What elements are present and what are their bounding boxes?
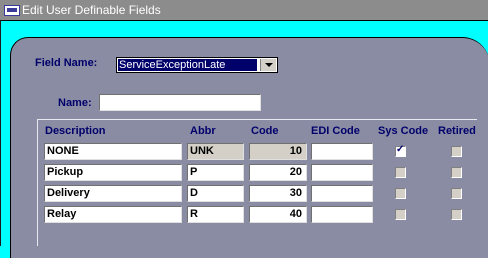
row-edi-code-input[interactable]: [311, 143, 373, 160]
row-code-input[interactable]: 20: [249, 164, 307, 181]
codes-grid: [37, 119, 477, 246]
name-label: Name:: [58, 97, 92, 109]
col-header-retired: Retired: [438, 125, 476, 137]
edit-user-definable-fields-window: Edit User Definable Fields Field Name: S…: [0, 0, 488, 258]
row-edi-code-input[interactable]: [311, 206, 373, 223]
row-retired-checkbox[interactable]: [451, 188, 462, 199]
col-header-description: Description: [45, 125, 106, 137]
row-abbr-input: UNK: [187, 143, 244, 160]
row-retired-checkbox[interactable]: [451, 146, 462, 157]
row-edi-code-input[interactable]: [311, 185, 373, 202]
app-icon: [4, 5, 20, 16]
row-abbr-input[interactable]: P: [187, 164, 244, 181]
field-name-label: Field Name:: [35, 57, 98, 69]
row-sys-code-checkbox: [395, 188, 406, 199]
row-code-input: 10: [249, 143, 307, 160]
col-header-code: Code: [251, 125, 279, 137]
row-edi-code-input[interactable]: [311, 164, 373, 181]
col-header-edi-code: EDI Code: [311, 125, 360, 137]
field-name-dropdown[interactable]: ServiceExceptionLate: [116, 57, 278, 73]
row-description-input[interactable]: Relay: [44, 206, 182, 223]
name-input[interactable]: [99, 94, 261, 111]
col-header-abbr: Abbr: [190, 125, 216, 137]
row-sys-code-checkbox: [395, 167, 406, 178]
row-abbr-input[interactable]: D: [187, 185, 244, 202]
chevron-down-icon[interactable]: [260, 59, 276, 71]
row-retired-checkbox[interactable]: [451, 209, 462, 220]
row-retired-checkbox[interactable]: [451, 167, 462, 178]
row-description-input[interactable]: NONE: [44, 143, 182, 160]
row-sys-code-checkbox: [395, 144, 406, 157]
title-bar[interactable]: Edit User Definable Fields: [0, 0, 488, 20]
col-header-sys-code: Sys Code: [378, 125, 429, 137]
row-sys-code-checkbox: [395, 209, 406, 220]
row-abbr-input[interactable]: R: [187, 206, 244, 223]
row-description-input[interactable]: Delivery: [44, 185, 182, 202]
field-name-value: ServiceExceptionLate: [118, 59, 257, 71]
row-code-input[interactable]: 30: [249, 185, 307, 202]
row-description-input[interactable]: Pickup: [44, 164, 182, 181]
window-title: Edit User Definable Fields: [22, 3, 161, 17]
row-code-input[interactable]: 40: [249, 206, 307, 223]
